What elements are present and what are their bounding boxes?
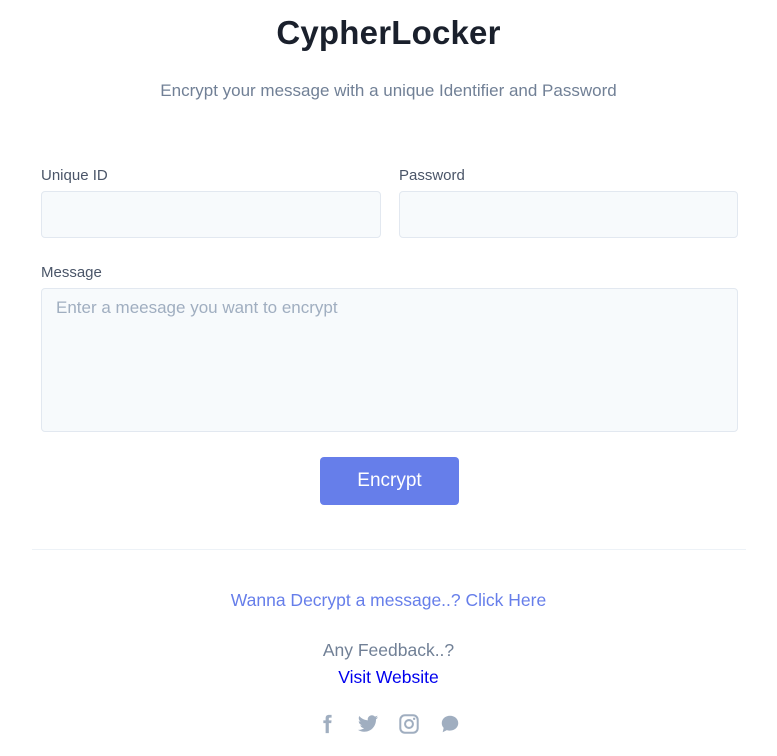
chat-icon[interactable] [439,713,461,735]
twitter-icon[interactable] [357,713,379,735]
feedback-text: Any Feedback..? [322,640,455,660]
cypherlocker-page: CypherLocker Encrypt your message with a… [0,0,777,756]
page-title: CypherLocker [276,14,501,51]
message-label: Message [41,264,102,281]
page-subtitle: Encrypt your message with a unique Ident… [160,81,617,100]
section-divider [32,549,746,550]
password-input[interactable] [399,191,738,238]
password-label: Password [399,167,465,184]
encrypt-button[interactable]: Encrypt [320,457,459,505]
unique-id-label: Unique ID [41,167,108,184]
visit-website-link[interactable]: Visit Website [338,667,439,687]
social-links [0,713,777,735]
decrypt-link[interactable]: Wanna Decrypt a message..? Click Here [231,590,546,610]
facebook-icon[interactable] [316,713,338,735]
unique-id-input[interactable] [41,191,381,238]
message-textarea[interactable] [41,288,738,432]
instagram-icon[interactable] [398,713,420,735]
visit-link-row: Visit Website [0,667,777,688]
decrypt-link-row: Wanna Decrypt a message..? Click Here [0,590,777,611]
